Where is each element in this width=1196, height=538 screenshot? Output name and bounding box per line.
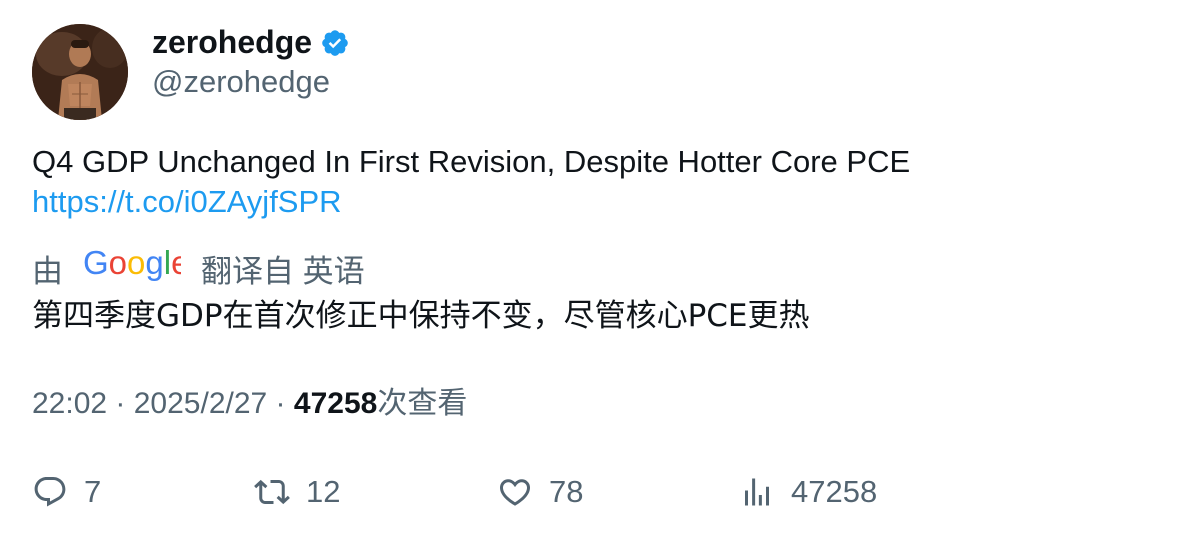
translated-text: 第四季度GDP在首次修正中保持不变，尽管核心PCE更热	[32, 298, 810, 334]
view-count: 47258	[293, 387, 378, 420]
reply-button[interactable]: 7	[32, 470, 101, 514]
reply-count: 7	[84, 474, 102, 509]
tweet-text: Q4 GDP Unchanged In First Revision, Desp…	[32, 144, 911, 179]
like-count: 78	[549, 474, 584, 509]
meta-separator: ·	[267, 387, 294, 420]
tweet-time[interactable]: 22:02	[32, 387, 107, 420]
svg-text:Google: Google	[83, 246, 181, 281]
retweet-icon	[254, 474, 290, 510]
translation-suffix[interactable]: 翻译自 英语	[201, 246, 365, 291]
analytics-icon	[739, 474, 775, 510]
views-count: 47258	[791, 474, 878, 509]
like-button[interactable]: 78	[497, 470, 583, 514]
tweet-link[interactable]: https://t.co/i0ZAyjfSPR	[32, 182, 342, 222]
display-name-text: zerohedge	[152, 24, 313, 60]
retweet-count: 12	[306, 474, 341, 509]
meta-separator: ·	[107, 387, 134, 420]
views-button[interactable]: 47258	[739, 470, 877, 514]
tweet-meta: 22:02 · 2025/2/27 · 47258次查看	[32, 384, 467, 424]
heart-icon	[497, 474, 533, 510]
translation-prefix: 由	[32, 253, 63, 289]
avatar[interactable]	[32, 24, 128, 120]
translation-attribution: 由 Google 翻译自 英语	[32, 244, 365, 291]
reply-icon	[32, 474, 68, 510]
tweet-card: zerohedge @zerohedge Q4 GDP Unchanged In…	[0, 0, 1196, 538]
author-handle[interactable]: @zerohedge	[152, 62, 330, 102]
display-name[interactable]: zerohedge	[152, 22, 350, 62]
google-logo-icon: Google	[83, 244, 189, 290]
tweet-date[interactable]: 2025/2/27	[134, 387, 267, 420]
retweet-button[interactable]: 12	[254, 470, 340, 514]
view-count-label: 次查看	[377, 387, 468, 420]
verified-badge-icon	[320, 27, 350, 57]
